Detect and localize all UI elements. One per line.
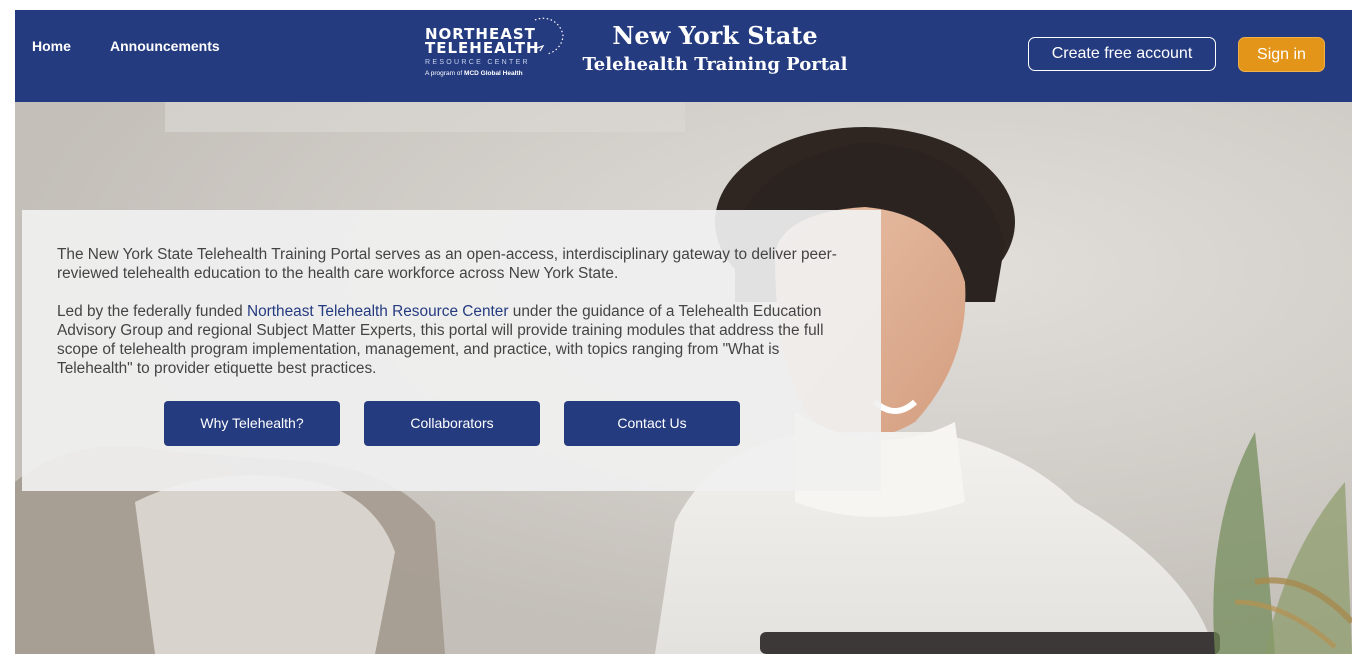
logo-line-telehealth: TELEHEALTH	[425, 39, 540, 57]
why-telehealth-button[interactable]: Why Telehealth?	[164, 401, 340, 446]
intro-paragraph-2-start: Led by the federally funded	[57, 303, 247, 320]
sign-in-button[interactable]: Sign in	[1238, 37, 1325, 72]
logo-program-org: MCD Global Health	[464, 70, 523, 77]
northeast-telehealth-resource-center-link[interactable]: Northeast Telehealth Resource Center	[247, 303, 509, 320]
portal-title-line2: Telehealth Training Portal	[582, 54, 848, 75]
portal-title-line1: New York State	[612, 21, 818, 50]
northeast-telehealth-logo[interactable]: NORTHEAST TELEHEALTH RESOURCE CENTER A p…	[425, 14, 570, 96]
contact-us-button[interactable]: Contact Us	[564, 401, 740, 446]
intro-panel: The New York State Telehealth Training P…	[22, 210, 881, 491]
top-navigation-bar: Home Announcements NORTHEAST TELEHEALTH …	[15, 10, 1352, 102]
logo-program-line: A program of MCD Global Health	[425, 70, 523, 78]
logo-line-resource-center: RESOURCE CENTER	[425, 59, 530, 66]
nav-announcements-link[interactable]: Announcements	[110, 38, 220, 54]
logo-program-prefix: A program of	[425, 70, 463, 77]
page: Home Announcements NORTHEAST TELEHEALTH …	[15, 10, 1352, 654]
hero-section: The New York State Telehealth Training P…	[15, 102, 1352, 654]
create-free-account-button[interactable]: Create free account	[1028, 37, 1216, 71]
intro-paragraph-2: Led by the federally funded Northeast Te…	[57, 302, 857, 378]
collaborators-button[interactable]: Collaborators	[364, 401, 540, 446]
logo-mark-icon	[534, 17, 564, 55]
intro-paragraph-1: The New York State Telehealth Training P…	[57, 246, 837, 282]
nav-home-link[interactable]: Home	[32, 38, 71, 54]
portal-title: New York State Telehealth Training Porta…	[575, 22, 855, 77]
